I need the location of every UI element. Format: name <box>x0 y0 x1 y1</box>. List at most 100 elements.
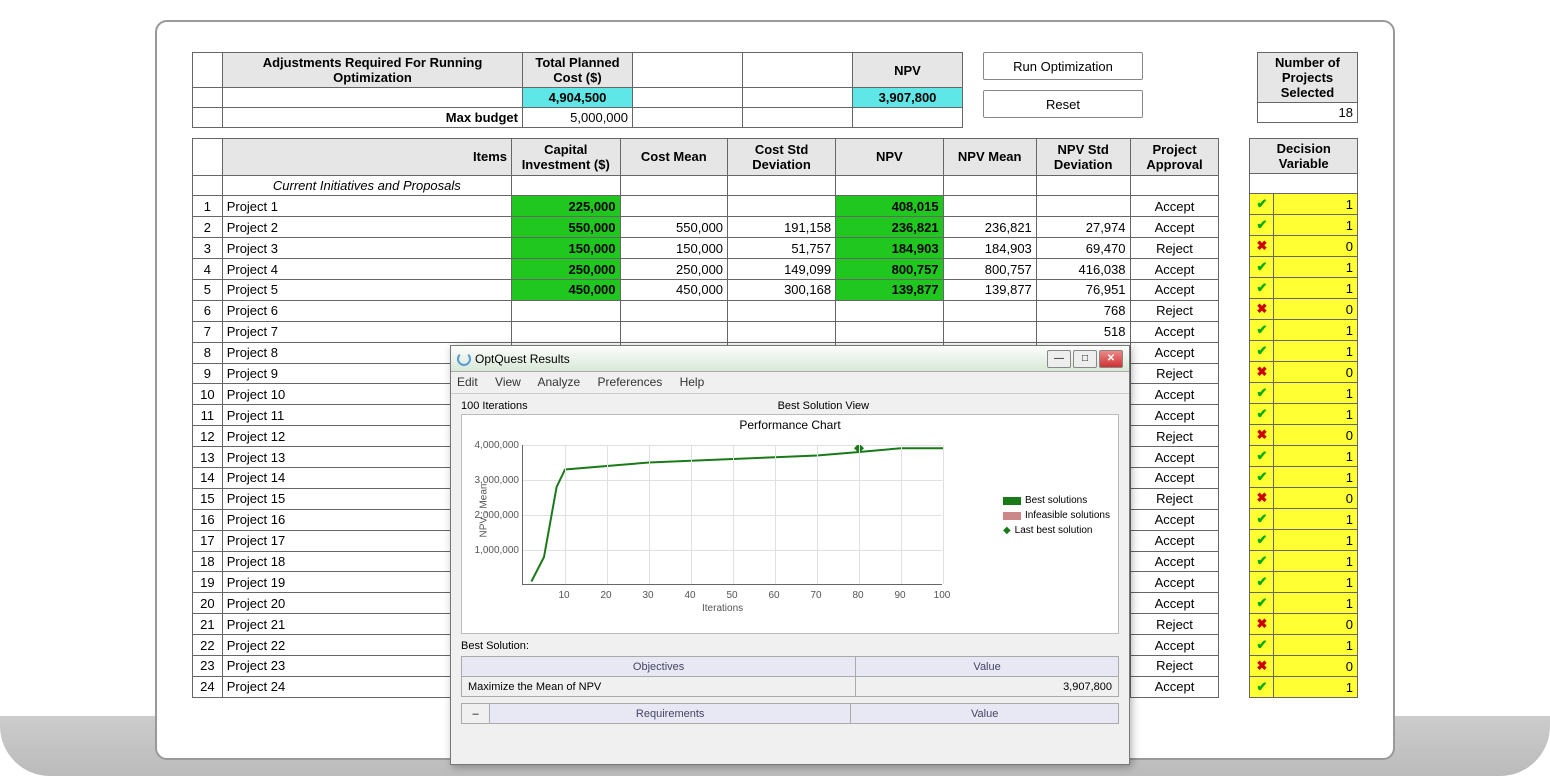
best-solution-label: Best Solution: <box>461 640 1119 652</box>
dv-row[interactable]: ✔1 <box>1250 341 1358 362</box>
col-cost-std: Cost Std Deviation <box>728 139 836 176</box>
value-header: Value <box>856 657 1119 677</box>
dialog-titlebar[interactable]: OptQuest Results — □ ✕ <box>451 346 1129 372</box>
total-planned-header: Total Planned Cost ($) <box>523 53 633 88</box>
legend-last-best: Last best solution <box>1015 525 1093 536</box>
dv-row[interactable]: ✔1 <box>1250 509 1358 530</box>
table-row[interactable]: 5Project 5450,000450,000300,168139,87713… <box>193 280 1219 301</box>
num-projects-header: Number of Projects Selected <box>1258 53 1358 103</box>
check-icon: ✔ <box>1256 553 1267 568</box>
check-icon: ✔ <box>1256 469 1267 484</box>
objective-row: Maximize the Mean of NPV <box>462 677 856 697</box>
dv-row[interactable]: ✔1 <box>1250 320 1358 341</box>
npv-header: NPV <box>853 53 963 88</box>
reset-button[interactable]: Reset <box>983 90 1143 118</box>
table-row[interactable]: 1Project 1225,000408,015Accept <box>193 196 1219 217</box>
cross-icon: ✖ <box>1256 238 1267 253</box>
view-label: Best Solution View <box>778 400 870 412</box>
cross-icon: ✖ <box>1256 658 1267 673</box>
check-icon: ✔ <box>1256 595 1267 610</box>
objectives-header: Objectives <box>462 657 856 677</box>
run-optimization-button[interactable]: Run Optimization <box>983 52 1143 80</box>
check-icon: ✔ <box>1256 511 1267 526</box>
cross-icon: ✖ <box>1256 427 1267 442</box>
objective-value: 3,907,800 <box>856 677 1119 697</box>
iterations-label: 100 Iterations <box>461 400 528 412</box>
col-npv: NPV <box>836 139 944 176</box>
dv-row[interactable]: ✔1 <box>1250 446 1358 467</box>
menu-view[interactable]: View <box>495 375 521 389</box>
requirements-header: Requirements <box>490 704 851 724</box>
table-row[interactable]: 6Project 6768Reject <box>193 300 1219 321</box>
dv-row[interactable]: ✔1 <box>1250 194 1358 215</box>
chart-title: Performance Chart <box>462 415 1118 435</box>
cross-icon: ✖ <box>1256 364 1267 379</box>
max-budget-value[interactable]: 5,000,000 <box>523 108 633 128</box>
col-cost-mean: Cost Mean <box>620 139 728 176</box>
cross-icon: ✖ <box>1256 616 1267 631</box>
maximize-button[interactable]: □ <box>1073 350 1097 368</box>
app-icon <box>457 352 471 366</box>
dv-row[interactable]: ✔1 <box>1250 278 1358 299</box>
table-row[interactable]: 2Project 2550,000550,000191,158236,82123… <box>193 217 1219 238</box>
dv-row[interactable]: ✔1 <box>1250 467 1358 488</box>
check-icon: ✔ <box>1256 322 1267 337</box>
dv-row[interactable]: ✔1 <box>1250 635 1358 656</box>
menu-help[interactable]: Help <box>680 375 705 389</box>
dv-row[interactable]: ✖0 <box>1250 299 1358 320</box>
check-icon: ✔ <box>1256 280 1267 295</box>
summary-table: Adjustments Required For Running Optimiz… <box>192 52 963 128</box>
num-projects-value: 18 <box>1258 103 1358 123</box>
dialog-menubar: Edit View Analyze Preferences Help <box>451 372 1129 394</box>
check-icon: ✔ <box>1256 574 1267 589</box>
check-icon: ✔ <box>1256 196 1267 211</box>
dv-row[interactable]: ✖0 <box>1250 488 1358 509</box>
subheader-initiatives: Current Initiatives and Proposals <box>222 175 511 196</box>
adjustments-header: Adjustments Required For Running Optimiz… <box>223 53 523 88</box>
col-approval: Project Approval <box>1130 139 1219 176</box>
cross-icon: ✖ <box>1256 490 1267 505</box>
dv-row[interactable]: ✔1 <box>1250 383 1358 404</box>
check-icon: ✔ <box>1256 217 1267 232</box>
dv-row[interactable]: ✔1 <box>1250 530 1358 551</box>
check-icon: ✔ <box>1256 679 1267 694</box>
dv-row[interactable]: ✔1 <box>1250 551 1358 572</box>
col-items: Items <box>222 139 511 176</box>
dv-row[interactable]: ✖0 <box>1250 362 1358 383</box>
dv-row[interactable]: ✔1 <box>1250 593 1358 614</box>
col-npv-std: NPV Std Deviation <box>1036 139 1130 176</box>
menu-edit[interactable]: Edit <box>457 375 478 389</box>
col-capital: Capital Investment ($) <box>512 139 621 176</box>
check-icon: ✔ <box>1256 343 1267 358</box>
dv-row[interactable]: ✔1 <box>1250 677 1358 698</box>
requirements-value-header: Value <box>851 704 1119 724</box>
check-icon: ✔ <box>1256 385 1267 400</box>
minimize-button[interactable]: — <box>1047 350 1071 368</box>
total-planned-value[interactable]: 4,904,500 <box>523 88 633 108</box>
chart-xlabel: Iterations <box>702 603 743 614</box>
legend-infeasible: Infeasible solutions <box>1025 510 1110 521</box>
col-npv-mean: NPV Mean <box>943 139 1036 176</box>
table-row[interactable]: 3Project 3150,000150,00051,757184,903184… <box>193 238 1219 259</box>
dialog-title: OptQuest Results <box>471 352 1045 366</box>
dv-row[interactable]: ✖0 <box>1250 614 1358 635</box>
decision-variable-table[interactable]: Decision Variable ✔1✔1✖0✔1✔1✖0✔1✔1✖0✔1✔1… <box>1249 138 1358 698</box>
dv-row[interactable]: ✖0 <box>1250 236 1358 257</box>
dv-row[interactable]: ✔1 <box>1250 257 1358 278</box>
table-row[interactable]: 4Project 4250,000250,000149,099800,75780… <box>193 259 1219 280</box>
check-icon: ✔ <box>1256 406 1267 421</box>
dv-row[interactable]: ✖0 <box>1250 425 1358 446</box>
dv-row[interactable]: ✔1 <box>1250 215 1358 236</box>
close-button[interactable]: ✕ <box>1099 350 1123 368</box>
dv-row[interactable]: ✔1 <box>1250 404 1358 425</box>
menu-analyze[interactable]: Analyze <box>538 375 581 389</box>
menu-preferences[interactable]: Preferences <box>598 375 663 389</box>
collapse-icon[interactable]: – <box>462 704 490 724</box>
col-decision-variable: Decision Variable <box>1250 139 1358 174</box>
dv-row[interactable]: ✖0 <box>1250 656 1358 677</box>
check-icon: ✔ <box>1256 637 1267 652</box>
table-row[interactable]: 7Project 7518Accept <box>193 321 1219 342</box>
optquest-results-dialog[interactable]: OptQuest Results — □ ✕ Edit View Analyze… <box>450 345 1130 765</box>
dv-row[interactable]: ✔1 <box>1250 572 1358 593</box>
npv-value[interactable]: 3,907,800 <box>853 88 963 108</box>
